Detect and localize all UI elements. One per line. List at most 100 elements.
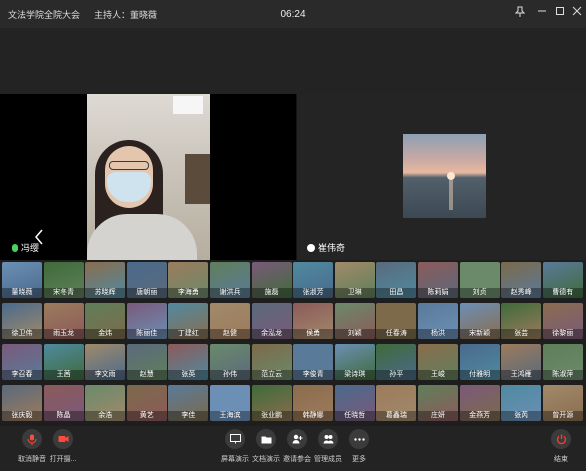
participant-tile[interactable]: 李佳	[168, 385, 209, 421]
participant-tile[interactable]: 李海勇	[168, 262, 209, 298]
power-icon	[551, 429, 571, 449]
participant-name: 陈淑萍	[542, 370, 583, 380]
participant-tile[interactable]: 杨洪	[418, 303, 458, 339]
participant-tile[interactable]: 韩静娜	[293, 385, 334, 421]
participant-tile[interactable]: 张业鹏	[251, 385, 292, 421]
participant-tile[interactable]: 苏晓辉	[85, 262, 126, 298]
participant-tile[interactable]: 庄妍	[418, 385, 458, 421]
end-label: 结束	[554, 456, 568, 463]
participant-tile[interactable]: 葛鑫瑞	[376, 385, 417, 421]
participant-name: 韩静娜	[293, 411, 334, 421]
participant-name: 陈丽佳	[126, 329, 167, 339]
participant-tile[interactable]: 刘贞	[459, 262, 500, 298]
shared-image	[403, 134, 486, 218]
participant-name: 王茜	[43, 370, 84, 380]
participant-tile[interactable]: 陈晶	[43, 385, 84, 421]
participant-name: 田昌	[376, 288, 417, 298]
participant-tile[interactable]: 张芮	[501, 385, 542, 421]
participant-name: 张业鹏	[251, 411, 292, 421]
participant-name: 张英	[168, 370, 209, 380]
participant-tile[interactable]: 任晓哲	[334, 385, 375, 421]
camera-label: 打开摄...	[49, 456, 77, 463]
participant-tile[interactable]: 徐卫伟	[2, 303, 42, 339]
participant-tile[interactable]: 余泓龙	[251, 303, 292, 339]
participant-tile[interactable]: 李俊青	[293, 344, 334, 380]
close-icon[interactable]	[570, 6, 584, 20]
participant-tile[interactable]: 张英	[168, 344, 209, 380]
participant-tile[interactable]: 付雅明	[459, 344, 500, 380]
participant-tile[interactable]: 赵慧	[126, 344, 167, 380]
participant-tile[interactable]: 唐朝丽	[126, 262, 167, 298]
participant-name: 宋新颖	[459, 329, 500, 339]
participant-tile[interactable]: 任春涛	[376, 303, 417, 339]
video-tile-left[interactable]: 冯缨	[0, 94, 296, 260]
participant-name: 刘贞	[459, 288, 500, 298]
participant-tile[interactable]: 王海滨	[210, 385, 250, 421]
participant-tile[interactable]: 张芸	[501, 303, 542, 339]
participant-tile[interactable]: 金燕芳	[459, 385, 500, 421]
participant-tile[interactable]: 谢洪兵	[210, 262, 250, 298]
participant-tile[interactable]: 刘颖	[334, 303, 375, 339]
participant-tile[interactable]: 曹德有	[542, 262, 583, 298]
participant-tile[interactable]: 孙平	[376, 344, 417, 380]
participant-tile[interactable]: 陈淑萍	[542, 344, 583, 380]
video-tile-right[interactable]: 崔伟奇	[297, 94, 586, 260]
participant-name: 王峻	[418, 370, 458, 380]
participant-tile[interactable]: 黄艺	[126, 385, 167, 421]
participant-tile[interactable]: 王峻	[418, 344, 458, 380]
maximize-icon[interactable]	[553, 6, 567, 20]
participant-tile[interactable]: 侯勇	[293, 303, 334, 339]
presenter-name-tag: 崔伟奇	[307, 241, 345, 254]
participant-tile[interactable]: 田昌	[376, 262, 417, 298]
participant-tile[interactable]: 陈莉娟	[418, 262, 458, 298]
more-button[interactable]: 更多	[339, 429, 379, 469]
participant-tile[interactable]: 徐黎丽	[542, 303, 583, 339]
invite-label: 邀请参会	[283, 456, 311, 463]
participant-tile[interactable]: 丁建红	[168, 303, 209, 339]
host-label: 主持人：董晓薇	[94, 9, 158, 20]
participant-grid: 董晓薇 宋冬青 苏晓辉 唐朝丽 李海勇 谢洪兵 施磊 张淑芳 卫琳 田昌 陈莉娟 刘贞 赵秀峰 曹德有徐卫…	[0, 262, 586, 426]
participant-tile[interactable]: 赵秀峰	[501, 262, 542, 298]
speaker-name: 冯缨	[21, 243, 40, 253]
participant-tile[interactable]: 宋冬青	[43, 262, 84, 298]
participant-tile[interactable]: 王茜	[43, 344, 84, 380]
participant-tile[interactable]: 雨玉龙	[43, 303, 84, 339]
camera-button[interactable]: 打开摄...	[43, 429, 83, 469]
participant-name: 付雅明	[459, 370, 500, 380]
participant-name: 王鸿雁	[501, 370, 542, 380]
participant-name: 雨玉龙	[43, 329, 84, 339]
participant-tile[interactable]: 施磊	[251, 262, 292, 298]
participant-name: 金炜	[85, 329, 126, 339]
participant-tile[interactable]: 曾开源	[542, 385, 583, 421]
meeting-toolbar: 取消静音 打开摄... 屏幕演示 文档演示 邀请参会 管理成员 更多 结束	[0, 426, 586, 471]
participant-tile[interactable]: 范立云	[251, 344, 292, 380]
participant-tile[interactable]: 张淑芳	[293, 262, 334, 298]
participant-tile[interactable]: 张庆毅	[2, 385, 42, 421]
participant-tile[interactable]: 董晓薇	[2, 262, 42, 298]
participant-tile[interactable]: 陈丽佳	[126, 303, 167, 339]
participant-name: 李召春	[2, 370, 42, 380]
participant-name: 李文雨	[85, 370, 126, 380]
mic-active-icon	[12, 243, 18, 252]
share-screen-label: 屏幕演示	[221, 456, 249, 463]
participant-tile[interactable]: 赵健	[210, 303, 250, 339]
participant-tile[interactable]: 金炜	[85, 303, 126, 339]
end-meeting-button[interactable]: 结束	[541, 429, 581, 469]
participant-tile[interactable]: 李文雨	[85, 344, 126, 380]
participant-name: 杨洪	[418, 329, 458, 339]
pin-icon[interactable]	[513, 6, 527, 20]
participant-tile[interactable]: 卫琳	[334, 262, 375, 298]
participant-name: 黄艺	[126, 411, 167, 421]
users-icon	[318, 429, 338, 449]
participant-tile[interactable]: 梁诗琪	[334, 344, 375, 380]
participant-tile[interactable]: 余浩	[85, 385, 126, 421]
participant-name: 陈莉娟	[418, 288, 458, 298]
participant-name: 王海滨	[210, 411, 250, 421]
participant-name: 任春涛	[376, 329, 417, 339]
participant-tile[interactable]: 李召春	[2, 344, 42, 380]
participant-name: 侯勇	[293, 329, 334, 339]
minimize-icon[interactable]	[535, 6, 549, 20]
participant-tile[interactable]: 孙伟	[210, 344, 250, 380]
participant-tile[interactable]: 王鸿雁	[501, 344, 542, 380]
participant-tile[interactable]: 宋新颖	[459, 303, 500, 339]
